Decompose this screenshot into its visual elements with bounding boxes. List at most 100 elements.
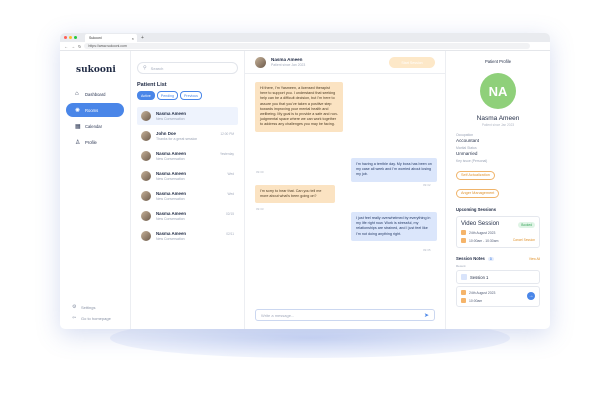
settings-link[interactable]: ⚙ Settings <box>72 304 111 310</box>
chat-panel: Nasma Ameen Patient since Jan 2023 Start… <box>245 51 445 329</box>
occupation-label: Occupation <box>456 133 474 137</box>
home-icon: ⌂ <box>75 91 79 97</box>
clock-icon <box>461 238 466 243</box>
notes-title-text: Session Notes <box>456 256 485 261</box>
sidebar-item-dashboard[interactable]: ⌂ Dashboard <box>66 87 124 101</box>
patient-time: Yesterday <box>219 152 234 156</box>
chat-contact-status: Patient since Jan 2023 <box>271 63 306 67</box>
note-title: Session 1 <box>470 274 489 280</box>
session-card: Video Session Booked 24th August 2023 10… <box>456 216 540 248</box>
calendar-icon: ▦ <box>75 123 81 130</box>
back-icon[interactable]: ← <box>64 44 68 49</box>
list-item[interactable]: Nasma Ameen New Conversation Yesterday <box>137 147 238 165</box>
url-input[interactable]: https://www.sukooni.com <box>84 43 530 49</box>
chat-contact-name: Nasma Ameen <box>271 57 303 62</box>
patient-name: Nasma Ameen <box>156 231 187 236</box>
view-all-link[interactable]: View All <box>529 257 540 261</box>
new-tab-icon[interactable]: + <box>141 35 144 41</box>
message-incoming: Hi there, I'm Yasmeen, a licensed therap… <box>255 82 343 132</box>
start-session-button[interactable]: Start Session <box>389 57 435 68</box>
patient-time: Wed <box>227 192 235 196</box>
marital-value: Unmarried <box>456 151 478 156</box>
search-input[interactable]: ⚲ Search <box>137 62 238 74</box>
calendar-icon <box>461 290 466 295</box>
issue-tag: Anger Management <box>456 188 500 198</box>
address-bar: ← → ↻ https://www.sukooni.com <box>60 42 550 51</box>
patient-name: Nasma Ameen <box>156 151 187 156</box>
patient-profile-panel: Patient Profile NA Nasma Ameen Patient s… <box>445 51 550 329</box>
sidebar-item-rooms[interactable]: ✺ Rooms <box>66 103 124 117</box>
patient-name: Nasma Ameen <box>156 111 187 116</box>
patient-time: 02/15 <box>226 212 234 216</box>
profile-since: Patient since Jan 2023 <box>481 123 515 127</box>
list-item[interactable]: John Doe Thanks for a great session 12:0… <box>137 127 238 145</box>
session-notes-header: Session Notes 3 View All <box>456 256 540 261</box>
note-time: 10:00am <box>461 298 535 303</box>
reload-icon[interactable]: ↻ <box>78 44 81 49</box>
patient-name: Nasma Ameen <box>156 171 187 176</box>
patient-list-title: Patient List <box>137 82 167 88</box>
calendar-icon <box>461 230 466 235</box>
list-item[interactable]: Nasma Ameen New Conversation 02/11 <box>137 227 238 245</box>
patient-preview: Thanks for a great session <box>156 137 198 141</box>
avatar <box>141 111 151 121</box>
patient-list-panel: ⚲ Search Patient List Active Pending Pre… <box>131 51 245 329</box>
chat-header: Nasma Ameen Patient since Jan 2023 Start… <box>245 51 445 74</box>
patient-filters: Active Pending Previous <box>137 91 238 100</box>
clock-icon <box>461 298 466 303</box>
user-icon: ♙ <box>75 139 81 146</box>
cancel-session-button[interactable]: Cancel Session <box>513 238 535 242</box>
close-window-icon[interactable] <box>64 36 67 39</box>
sidebar-item-label: Profile <box>85 139 97 145</box>
avatar <box>141 171 151 181</box>
maximize-window-icon[interactable] <box>74 36 77 39</box>
sidebar-item-label: Calendar <box>85 123 102 129</box>
list-item[interactable]: Nasma Ameen New Conversation <box>137 107 238 125</box>
sidebar-bottom: ⚙ Settings ⇦ Go to homepage <box>72 299 111 321</box>
session-notes-title: Session Notes 3 <box>456 256 494 261</box>
note-icon <box>461 274 467 280</box>
avatar <box>141 151 151 161</box>
issue-tag: Self Actualization <box>456 170 495 180</box>
filter-previous[interactable]: Previous <box>180 91 202 100</box>
note-item[interactable]: Session 1 <box>456 270 540 284</box>
list-item[interactable]: Nasma Ameen New Conversation Wed <box>137 167 238 185</box>
filter-pending[interactable]: Pending <box>156 91 178 100</box>
list-item[interactable]: Nasma Ameen New Conversation Wed <box>137 187 238 205</box>
patient-time: 02/11 <box>226 232 234 236</box>
search-placeholder: Search <box>150 65 164 71</box>
message-input[interactable]: Write a message... ➤ <box>255 309 435 321</box>
note-item[interactable]: 24th August 2023 10:00am → <box>456 286 540 307</box>
filter-active[interactable]: Active <box>137 91 155 100</box>
patient-name: Nasma Ameen <box>156 191 187 196</box>
note-date: 24th August 2023 <box>461 290 535 295</box>
message-time: 09:35 <box>423 248 431 252</box>
sidebar-item-label: Dashboard <box>85 91 106 97</box>
list-item[interactable]: Nasma Ameen New Conversation 02/15 <box>137 207 238 225</box>
minimize-window-icon[interactable] <box>69 36 72 39</box>
patient-time: Wed <box>227 172 235 176</box>
open-note-icon[interactable]: → <box>527 292 535 300</box>
avatar <box>141 231 151 241</box>
sidebar-item-label: Rooms <box>85 107 99 113</box>
tab-close-icon[interactable]: × <box>132 36 134 41</box>
gear-icon: ⚙ <box>72 304 77 310</box>
notes-count: 3 <box>487 257 494 261</box>
patient-preview: New Conversation <box>156 197 185 201</box>
message-outgoing: I'm having a terrible day. My boss has b… <box>351 158 437 182</box>
session-date-text: 24th August 2023 <box>469 230 496 235</box>
forward-icon[interactable]: → <box>71 44 75 49</box>
search-icon: ⚲ <box>143 65 147 71</box>
homepage-link[interactable]: ⇦ Go to homepage <box>72 315 111 321</box>
browser-tab[interactable]: Sukooni × <box>85 34 137 42</box>
send-icon[interactable]: ➤ <box>424 312 429 319</box>
sidebar-item-profile[interactable]: ♙ Profile <box>66 135 124 149</box>
patient-preview: New Conversation <box>156 117 185 121</box>
message-outgoing: I just feel really overwhelmed by everyt… <box>351 212 437 241</box>
notes-subtitle: Recent <box>456 264 466 268</box>
note-date-text: 24th August 2023 <box>469 290 496 295</box>
patient-preview: New Conversation <box>156 157 185 161</box>
sidebar-item-calendar[interactable]: ▦ Calendar <box>66 119 124 133</box>
avatar <box>141 211 151 221</box>
upcoming-sessions-title: Upcoming Sessions <box>456 207 497 212</box>
